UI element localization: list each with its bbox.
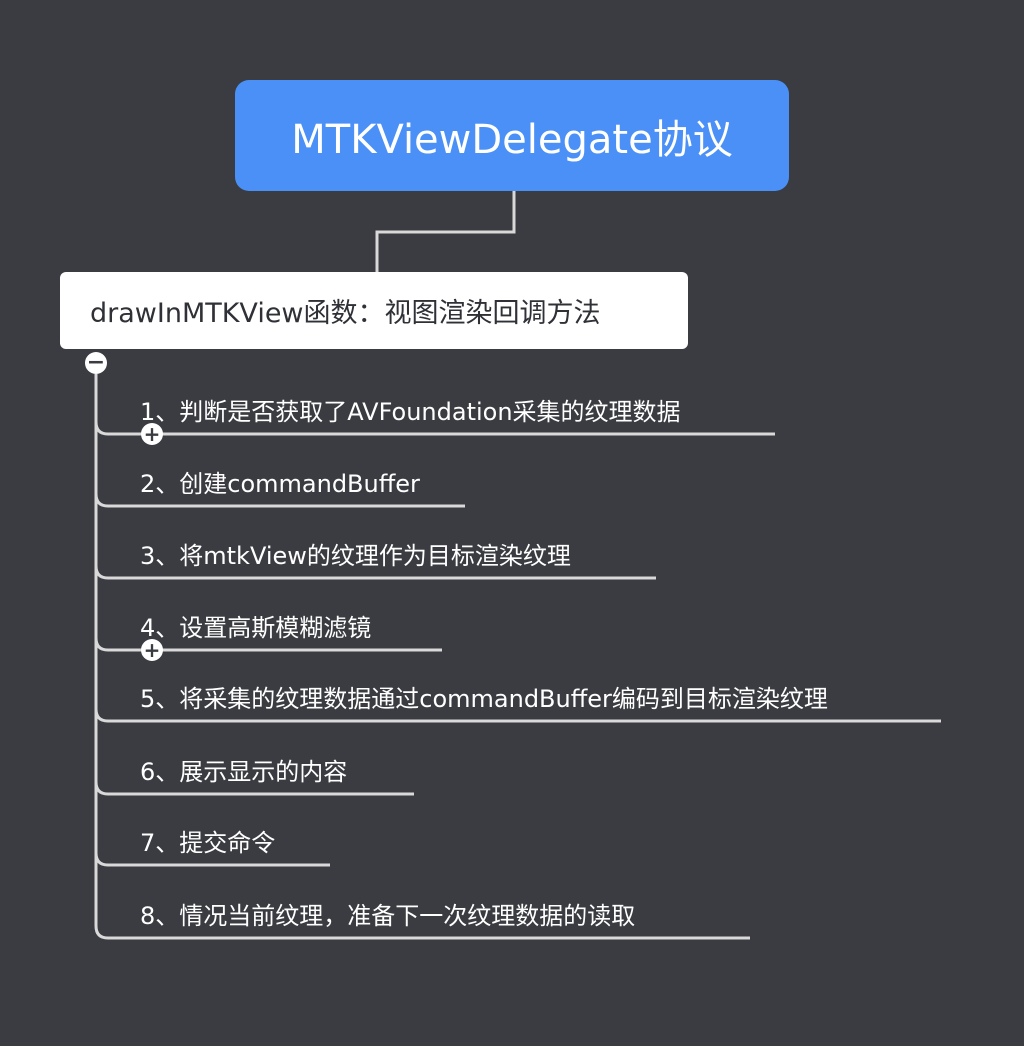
main-node[interactable]: drawInMTKView函数：视图渲染回调方法 (60, 272, 688, 349)
list-item[interactable]: 7、提交命令 (140, 823, 275, 858)
collapse-icon[interactable]: − (85, 352, 107, 374)
spine-line (94, 374, 109, 940)
expand-icon[interactable]: + (141, 423, 163, 445)
list-item[interactable]: 4、设置高斯模糊滤镜 (140, 608, 371, 643)
main-node-label: drawInMTKView函数：视图渲染回调方法 (90, 298, 601, 329)
root-node[interactable]: MTKViewDelegate协议 (235, 80, 789, 191)
list-item[interactable]: 8、情况当前纹理，准备下一次纹理数据的读取 (140, 896, 635, 931)
expand-icon[interactable]: + (141, 639, 163, 661)
list-item[interactable]: 2、创建commandBuffer (140, 464, 420, 499)
list-item[interactable]: 3、将mtkView的纹理作为目标渲染纹理 (140, 536, 571, 571)
list-item[interactable]: 5、将采集的纹理数据通过commandBuffer编码到目标渲染纹理 (140, 679, 828, 714)
root-connector (375, 191, 516, 272)
list-item[interactable]: 1、判断是否获取了AVFoundation采集的纹理数据 (140, 392, 681, 427)
list-item[interactable]: 6、展示显示的内容 (140, 752, 347, 787)
